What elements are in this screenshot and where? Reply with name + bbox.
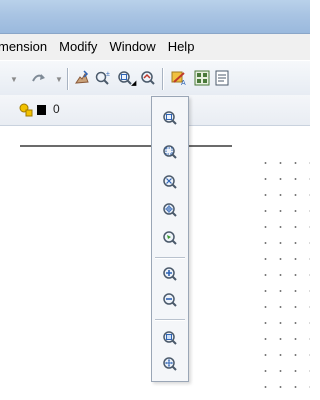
layer-name[interactable]: 0 bbox=[53, 102, 60, 116]
zoom-dynamic-icon[interactable] bbox=[161, 143, 179, 161]
properties-icon[interactable]: A bbox=[170, 69, 188, 87]
menu-bar: mension Modify Window Help bbox=[0, 34, 310, 60]
undo-dropdown-arrow-icon[interactable]: ▼ bbox=[10, 75, 18, 84]
zoom-object-icon[interactable] bbox=[161, 229, 179, 247]
design-center-icon[interactable] bbox=[193, 69, 211, 87]
toolbar-separator bbox=[162, 68, 164, 90]
zoom-realtime-icon[interactable]: ± bbox=[94, 69, 112, 87]
layer-state-icon[interactable] bbox=[18, 102, 34, 118]
zoom-extents-icon[interactable] bbox=[161, 355, 179, 373]
zoom-previous-icon[interactable] bbox=[139, 69, 157, 87]
zoom-center-icon[interactable] bbox=[161, 201, 179, 219]
menu-modify[interactable]: Modify bbox=[53, 34, 103, 60]
zoom-flyout-arrow-icon[interactable]: ◢ bbox=[131, 79, 136, 87]
svg-text:±: ± bbox=[106, 71, 110, 78]
tool-palettes-icon[interactable] bbox=[214, 69, 232, 87]
zoom-scale-icon[interactable] bbox=[161, 173, 179, 191]
flyout-separator bbox=[155, 319, 185, 321]
toolbar-separator bbox=[67, 68, 69, 90]
drawing-line bbox=[20, 145, 151, 147]
zoom-all-icon[interactable] bbox=[161, 329, 179, 347]
grid-dots bbox=[258, 155, 310, 400]
pan-realtime-icon[interactable] bbox=[73, 69, 91, 87]
flyout-separator bbox=[155, 257, 185, 259]
zoom-window-icon[interactable] bbox=[161, 109, 179, 127]
zoom-out-icon[interactable] bbox=[161, 291, 179, 309]
zoom-flyout-toolbar bbox=[151, 96, 189, 382]
redo-icon[interactable] bbox=[30, 69, 48, 87]
svg-text:A: A bbox=[181, 80, 186, 87]
redo-dropdown-arrow-icon[interactable]: ▼ bbox=[55, 75, 63, 84]
menu-help[interactable]: Help bbox=[162, 34, 201, 60]
standard-toolbar: ▼ ▼ ± ◢ A bbox=[0, 60, 310, 96]
layer-color-swatch bbox=[37, 105, 46, 115]
menu-dimension[interactable]: mension bbox=[0, 34, 53, 60]
drawing-line bbox=[187, 145, 232, 147]
zoom-in-icon[interactable] bbox=[161, 265, 179, 283]
title-bar bbox=[0, 0, 310, 34]
menu-window[interactable]: Window bbox=[103, 34, 161, 60]
